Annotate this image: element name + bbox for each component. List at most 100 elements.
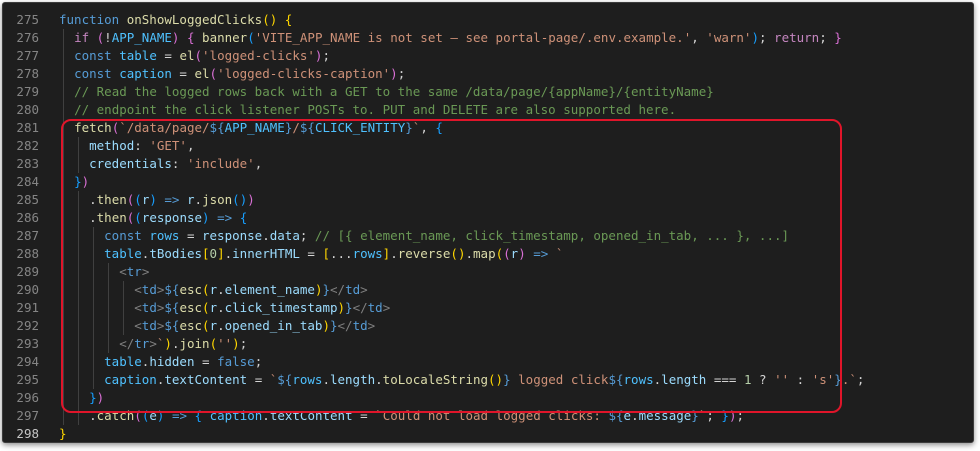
- code-token: .: [59, 192, 97, 207]
- code-line[interactable]: 285 .then((r) => r.json()): [3, 191, 973, 209]
- code-token: join: [179, 336, 210, 351]
- code-line[interactable]: 291 <td>${esc(r.click_timestamp)}</td>: [3, 299, 973, 317]
- code-token: onShowLoggedClicks: [126, 12, 263, 27]
- code-editor[interactable]: 275 function onShowLoggedClicks() {276 if…: [3, 11, 973, 442]
- line-number: 277: [16, 48, 39, 63]
- code-line[interactable]: 296 }): [3, 389, 973, 407]
- code-token: :: [171, 156, 187, 171]
- line-number: 282: [16, 138, 39, 153]
- code-token: ${: [277, 372, 293, 387]
- code-line[interactable]: 289 <tr>: [3, 263, 973, 281]
- line-number: 278: [16, 66, 39, 81]
- code-line[interactable]: 282 method: 'GET',: [3, 137, 973, 155]
- line-number: 289: [16, 264, 39, 279]
- code-token: element_name: [224, 282, 315, 297]
- code-line[interactable]: 286 .then((response) => {: [3, 209, 973, 227]
- code-text: table.tBodies[0].innerHTML = [...rows].r…: [59, 245, 563, 263]
- code-token: }: [721, 408, 729, 423]
- code-token: (: [209, 66, 218, 81]
- code-line[interactable]: 295 caption.textContent = `${rows.length…: [3, 371, 973, 389]
- code-token: :: [789, 372, 812, 387]
- code-token: message: [638, 408, 692, 423]
- code-token: response: [202, 228, 263, 243]
- code-line[interactable]: 283 credentials: 'include',: [3, 155, 973, 173]
- code-line[interactable]: 280 // endpoint the click listener POSTs…: [3, 101, 973, 119]
- code-line[interactable]: 275 function onShowLoggedClicks() {: [3, 11, 973, 29]
- code-token: }: [59, 426, 67, 441]
- code-token: ?: [751, 372, 775, 387]
- code-text: credentials: 'include',: [59, 155, 262, 173]
- code-token: rows: [149, 228, 180, 243]
- code-token: td: [141, 282, 157, 297]
- code-line[interactable]: 297 .catch((e) => { caption.textContent …: [3, 407, 973, 425]
- code-token: ): [164, 336, 172, 351]
- line-number: 296: [16, 390, 39, 405]
- code-token: (: [202, 318, 210, 333]
- line-number: 292: [16, 318, 39, 333]
- code-line[interactable]: 294 table.hidden = false;: [3, 353, 973, 371]
- code-token: {: [284, 12, 293, 27]
- code-token: ;: [856, 372, 865, 387]
- code-token: =>: [533, 246, 549, 261]
- code-token: // [{ element_name, click_timestamp, ope…: [314, 228, 790, 243]
- code-token: (): [488, 372, 504, 387]
- code-line[interactable]: 279 // Read the logged rows back with a …: [3, 83, 973, 101]
- code-token: false: [217, 354, 255, 369]
- code-token: const: [74, 66, 120, 81]
- code-text: function onShowLoggedClicks() {: [59, 11, 292, 29]
- code-token: .: [322, 372, 330, 387]
- code-line[interactable]: 292 <td>${esc(r.opened_in_tab)}</td>: [3, 317, 973, 335]
- code-token: tr: [134, 336, 150, 351]
- code-line[interactable]: 284 }): [3, 173, 973, 191]
- code-token: }: [330, 318, 338, 333]
- code-text: method: 'GET',: [59, 137, 194, 155]
- code-line[interactable]: 278 const caption = el('logged-clicks-ca…: [3, 65, 973, 83]
- code-token: if: [74, 30, 97, 45]
- code-token: 's': [811, 372, 835, 387]
- code-token: =: [179, 228, 202, 243]
- code-token: 0: [209, 246, 218, 261]
- code-token: textContent: [269, 408, 353, 423]
- code-token: r: [187, 192, 195, 207]
- code-token: }: [345, 300, 353, 315]
- code-line[interactable]: 293 </tr>`).join('');: [3, 335, 973, 353]
- code-token: .: [217, 282, 225, 297]
- code-line[interactable]: 277 const table = el('logged-clicks');: [3, 47, 973, 65]
- code-token: ;: [299, 228, 315, 243]
- code-token: ;: [254, 354, 263, 369]
- code-token: innerHTML: [232, 246, 300, 261]
- code-token: (: [247, 30, 255, 45]
- code-text: table.hidden = false;: [59, 353, 262, 371]
- code-text: .then((response) => {: [59, 209, 247, 227]
- code-line[interactable]: 276 if (!APP_NAME) { banner('VITE_APP_NA…: [3, 29, 973, 47]
- code-token: caption: [119, 66, 172, 81]
- code-token: =: [156, 48, 180, 63]
- code-token: ): [149, 192, 157, 207]
- code-token: .: [217, 318, 225, 333]
- code-line[interactable]: 281 fetch(`/data/page/${APP_NAME}/${CLIC…: [3, 119, 973, 137]
- code-token: table: [119, 48, 157, 63]
- code-line[interactable]: 290 <td>${esc(r.element_name)}</td>: [3, 281, 973, 299]
- code-token: `: [555, 246, 564, 261]
- code-token: rows: [623, 372, 654, 387]
- code-token: <: [119, 264, 127, 279]
- code-token: =: [171, 66, 195, 81]
- code-text: caption.textContent = `${rows.length.toL…: [59, 371, 864, 389]
- code-line[interactable]: 287 const rows = response.data; // [{ el…: [3, 227, 973, 245]
- code-token: ): [96, 390, 105, 405]
- code-token: APP_NAME: [224, 120, 285, 135]
- code-line[interactable]: 298}: [3, 425, 973, 442]
- code-token: `/data/page/: [119, 120, 210, 135]
- code-line[interactable]: 288 table.tBodies[0].innerHTML = [...row…: [3, 245, 973, 263]
- code-token: (): [232, 192, 248, 207]
- code-token: table: [104, 246, 142, 261]
- code-token: <: [134, 300, 142, 315]
- code-token: hidden: [149, 354, 195, 369]
